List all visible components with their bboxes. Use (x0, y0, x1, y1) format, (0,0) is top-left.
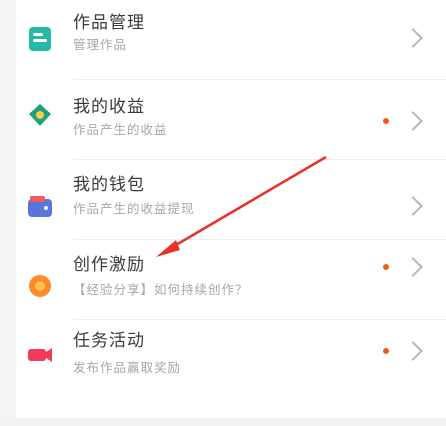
chevron-right-icon (403, 257, 423, 277)
menu-item-subtitle: 【经验分享】如何持续创作？ (73, 282, 249, 297)
notification-dot (383, 118, 389, 124)
notification-dot (383, 348, 389, 354)
menu-item-creation-incentive[interactable]: 创作激励 【经验分享】如何持续创作？ (0, 240, 446, 320)
menu-item-title: 创作激励 (73, 255, 145, 275)
wallet-icon (28, 196, 52, 217)
menu-item-title: 作品管理 (73, 13, 145, 33)
chevron-right-icon (403, 196, 423, 216)
menu-item-earnings[interactable]: 我的收益 作品产生的收益 (0, 80, 446, 160)
menu-item-title: 我的钱包 (73, 175, 145, 195)
menu-item-work-management[interactable]: 作品管理 管理作品 (0, 0, 446, 80)
chevron-right-icon (403, 111, 423, 131)
document-icon (29, 27, 51, 51)
menu-item-subtitle: 作品产生的收益提现 (73, 201, 195, 216)
menu-item-tasks-activities[interactable]: 任务活动 发布作品赢取奖励 (0, 320, 446, 418)
menu-item-subtitle: 作品产生的收益 (73, 122, 168, 137)
menu-item-subtitle: 管理作品 (73, 37, 128, 52)
menu-item-title: 任务活动 (73, 331, 145, 351)
notification-dot (383, 264, 389, 270)
chevron-right-icon (403, 28, 423, 48)
bottom-bar (0, 418, 446, 426)
chevron-right-icon (403, 341, 423, 361)
menu-item-wallet[interactable]: 我的钱包 作品产生的收益提现 (0, 160, 446, 240)
campaign-icon (28, 348, 52, 362)
coins-icon (29, 104, 51, 126)
medal-icon (29, 275, 51, 297)
menu-item-subtitle: 发布作品赢取奖励 (73, 360, 182, 375)
menu-item-title: 我的收益 (73, 97, 145, 117)
